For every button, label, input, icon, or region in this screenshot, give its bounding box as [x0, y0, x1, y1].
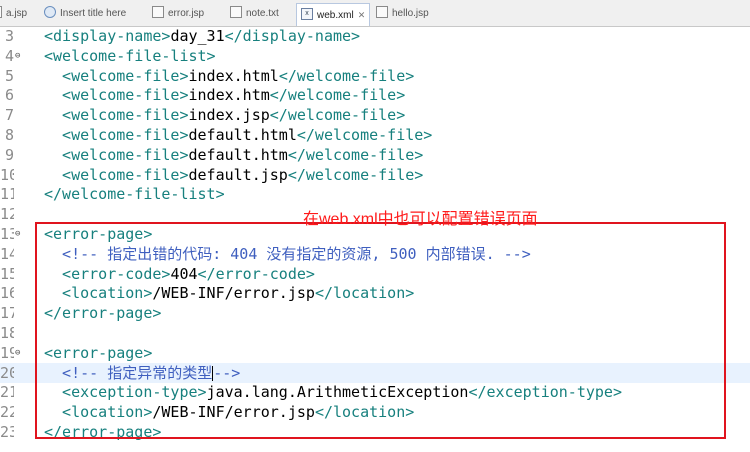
- tab-a-jsp[interactable]: a.jsp: [0, 3, 31, 25]
- code-text: </welcome-file-list>: [44, 184, 225, 204]
- line-number: 19: [0, 343, 14, 362]
- tab-label: a.jsp: [6, 8, 28, 19]
- tab-note-txt[interactable]: note.txt: [226, 3, 283, 25]
- line-number: 4: [4, 46, 14, 65]
- code-line[interactable]: 6 <welcome-file>index.htm</welcome-file>: [0, 85, 750, 105]
- fold-toggle-icon[interactable]: ⊖: [15, 343, 25, 363]
- line-number: 17: [0, 304, 14, 323]
- xml-tag: </welcome-file>: [287, 165, 424, 184]
- line-number: 18: [0, 324, 14, 342]
- code-line[interactable]: 3 <display-name>day_31</display-name>: [0, 26, 750, 46]
- xml-text: index.htm: [188, 86, 270, 105]
- line-number: 23: [0, 423, 14, 441]
- tab-error-jsp[interactable]: error.jsp: [148, 3, 208, 25]
- tab-label: web.xml: [317, 10, 354, 21]
- xml-file-icon: x: [301, 8, 313, 21]
- tab-hello-jsp[interactable]: hello.jsp: [372, 3, 433, 25]
- code-line[interactable]: 8 <welcome-file>default.html</welcome-fi…: [0, 125, 750, 145]
- line-number: 16: [0, 284, 14, 303]
- xml-tag: <welcome-file>: [44, 126, 189, 144]
- xml-tag: </welcome-file>: [296, 126, 433, 144]
- code-line[interactable]: 10 <welcome-file>default.jsp</welcome-fi…: [0, 165, 750, 185]
- xml-tag: </welcome-file>: [269, 106, 406, 125]
- fold-toggle-icon[interactable]: ⊖: [15, 224, 25, 244]
- web-page-icon: [44, 6, 56, 19]
- line-number: 22: [0, 403, 14, 422]
- xml-tag: </display-name>: [224, 27, 361, 45]
- jsp-file-icon: [0, 6, 2, 19]
- xml-tag: <welcome-file>: [44, 66, 189, 85]
- tab-label: note.txt: [246, 8, 279, 19]
- line-number: 20: [0, 363, 14, 382]
- xml-tag: <welcome-file>: [44, 106, 189, 125]
- xml-tag: </welcome-file>: [278, 66, 415, 85]
- xml-text: default.jsp: [188, 165, 288, 184]
- xml-text: default.html: [188, 126, 297, 144]
- code-line[interactable]: 11 </welcome-file-list>: [0, 184, 750, 204]
- xml-tag: <display-name>: [44, 27, 171, 45]
- line-number: 14: [0, 244, 14, 263]
- line-number: 15: [0, 264, 14, 283]
- code-text: <display-name>day_31</display-name>: [44, 26, 360, 46]
- close-icon[interactable]: ✕: [358, 4, 366, 26]
- xml-text: index.jsp: [188, 106, 270, 125]
- xml-tag: <welcome-file>: [44, 165, 189, 184]
- code-text: <welcome-file>default.htm</welcome-file>: [44, 145, 423, 165]
- code-text: <welcome-file>default.jsp</welcome-file>: [44, 165, 423, 185]
- line-number: 21: [0, 383, 14, 402]
- tab-insert-title-here[interactable]: Insert title here: [40, 3, 130, 25]
- editor-tab-bar: a.jsp Insert title here error.jsp note.txt x…: [0, 0, 750, 27]
- xml-tag: <welcome-file-list>: [44, 46, 216, 65]
- code-text: <welcome-file>index.jsp</welcome-file>: [44, 105, 405, 125]
- code-text: <welcome-file>index.html</welcome-file>: [44, 66, 414, 86]
- xml-tag: <welcome-file>: [44, 145, 189, 164]
- jsp-file-icon: [376, 6, 388, 19]
- line-number: 5: [4, 66, 14, 85]
- jsp-file-icon: [152, 6, 164, 19]
- fold-toggle-icon[interactable]: ⊖: [15, 46, 25, 66]
- xml-text: day_31: [170, 27, 225, 45]
- xml-tag: </welcome-file-list>: [44, 185, 225, 204]
- xml-tag: <welcome-file>: [44, 86, 189, 105]
- line-number: 7: [4, 106, 14, 125]
- line-number: 13: [0, 225, 14, 243]
- code-line[interactable]: 4 ⊖ <welcome-file-list>: [0, 46, 750, 66]
- code-line[interactable]: 7 <welcome-file>index.jsp</welcome-file>: [0, 105, 750, 125]
- tab-web-xml[interactable]: x web.xml ✕: [296, 3, 371, 26]
- line-number: 9: [4, 145, 14, 164]
- annotation-label: 在web.xml中也可以配置错误页面: [303, 211, 538, 228]
- line-number: 12: [0, 205, 14, 224]
- code-line[interactable]: 9 <welcome-file>default.htm</welcome-fil…: [0, 145, 750, 165]
- code-line[interactable]: 5 <welcome-file>index.html</welcome-file…: [0, 66, 750, 86]
- line-number: 10: [0, 165, 14, 184]
- xml-text: index.html: [188, 66, 279, 85]
- xml-tag: </welcome-file>: [269, 86, 406, 105]
- xml-tag: </welcome-file>: [287, 145, 424, 164]
- code-text: <welcome-file-list>: [44, 46, 216, 66]
- highlight-box: [35, 222, 726, 439]
- code-text: <welcome-file>index.htm</welcome-file>: [44, 85, 405, 105]
- line-number: 11: [0, 185, 14, 204]
- line-number: 6: [4, 86, 14, 105]
- tab-label: error.jsp: [168, 8, 205, 19]
- text-file-icon: [230, 6, 242, 19]
- code-text: <welcome-file>default.html</welcome-file…: [44, 125, 432, 145]
- tab-label: Insert title here: [60, 8, 127, 19]
- xml-text: default.htm: [188, 145, 288, 164]
- tab-label: hello.jsp: [392, 8, 429, 19]
- line-number: 8: [4, 126, 14, 144]
- line-number: 3: [4, 27, 14, 45]
